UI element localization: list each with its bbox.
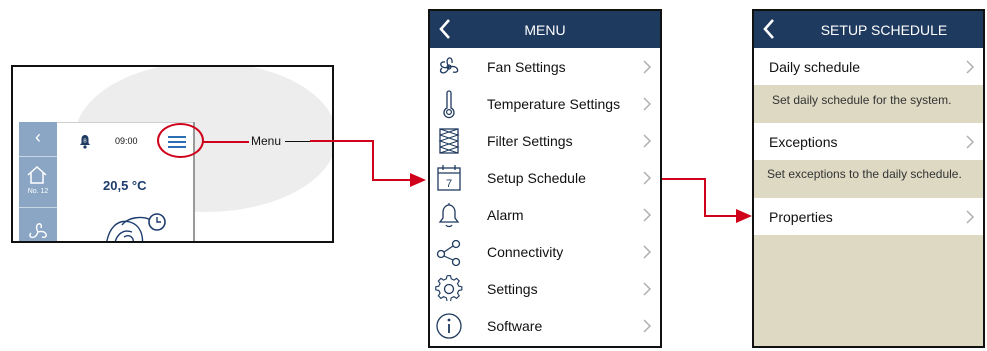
menu-callout-label: Menu xyxy=(251,134,282,148)
info-icon xyxy=(436,313,462,339)
temperature-readout: 20,5 °C xyxy=(103,178,147,193)
menu-item-setup-schedule[interactable]: 7 Setup Schedule xyxy=(430,159,660,197)
device-back-button[interactable]: ‹ xyxy=(19,127,57,148)
menu-item-software[interactable]: Software xyxy=(430,307,660,344)
alarm-bell-icon[interactable]: B xyxy=(78,133,92,149)
menu-item-connectivity[interactable]: Connectivity xyxy=(430,233,660,271)
properties-label: Properties xyxy=(769,209,833,225)
fan-icon[interactable] xyxy=(25,219,51,243)
share-icon xyxy=(436,239,461,267)
zone-label: No. 12 xyxy=(27,188,49,195)
arrow-head-icon xyxy=(410,173,426,187)
chevron-right-icon xyxy=(643,245,652,259)
exceptions-description: Set exceptions to the daily schedule. xyxy=(767,167,962,181)
back-chevron-icon[interactable] xyxy=(762,17,776,41)
bell-icon xyxy=(438,203,460,228)
menu-title: MENU xyxy=(524,22,566,38)
calendar-icon: 7 xyxy=(437,165,461,191)
connector-line xyxy=(662,178,706,180)
chevron-right-icon xyxy=(643,208,652,222)
chevron-right-icon xyxy=(966,60,975,74)
daily-schedule-label: Daily schedule xyxy=(769,59,861,75)
menu-item-settings[interactable]: Settings xyxy=(430,270,660,308)
chevron-right-icon xyxy=(966,135,975,149)
exceptions-label: Exceptions xyxy=(769,134,838,150)
gear-icon xyxy=(435,275,463,302)
chevron-right-icon xyxy=(643,97,652,111)
thermometer-icon xyxy=(443,90,455,119)
menu-screen: MENU Fan Settings Temperature Settings F… xyxy=(428,9,662,348)
schedule-title-bar: SETUP SCHEDULE xyxy=(754,11,983,48)
menu-item-label: Filter Settings xyxy=(487,133,573,149)
menu-item-label: Alarm xyxy=(487,207,524,223)
daily-schedule-description: Set daily schedule for the system. xyxy=(772,93,952,107)
chevron-right-icon xyxy=(643,60,652,74)
properties-item[interactable]: Properties xyxy=(754,198,983,235)
menu-item-label: Connectivity xyxy=(487,244,564,260)
chevron-right-icon xyxy=(643,171,652,185)
daily-schedule-item[interactable]: Daily schedule xyxy=(754,48,983,85)
connector-line xyxy=(310,140,374,142)
setup-schedule-screen: SETUP SCHEDULE Daily schedule Set daily … xyxy=(752,9,985,348)
svg-text:7: 7 xyxy=(446,178,452,190)
menu-item-label: Temperature Settings xyxy=(487,96,621,112)
fan-icon xyxy=(439,57,459,74)
filter-icon xyxy=(438,128,460,154)
menu-item-filter-settings[interactable]: Filter Settings xyxy=(430,122,660,160)
menu-item-label: Fan Settings xyxy=(487,59,566,75)
menu-item-temperature-settings[interactable]: Temperature Settings xyxy=(430,85,660,123)
device-clock: 09:00 xyxy=(115,136,138,146)
menu-title-bar: MENU xyxy=(430,11,660,48)
chevron-right-icon xyxy=(966,210,975,224)
chevron-right-icon xyxy=(643,282,652,296)
arrow-head-icon xyxy=(736,209,752,223)
menu-item-alarm[interactable]: Alarm xyxy=(430,196,660,234)
home-icon[interactable] xyxy=(25,164,49,186)
menu-item-label: Settings xyxy=(487,281,538,297)
menu-item-label: Software xyxy=(487,318,543,334)
chevron-right-icon xyxy=(643,319,652,333)
menu-highlight-circle xyxy=(157,123,204,158)
device-screen-zoom: ‹ No. 12 B 09:00 20,5 °C Menu xyxy=(11,65,334,243)
schedule-title: SETUP SCHEDULE xyxy=(820,22,948,38)
exceptions-item[interactable]: Exceptions xyxy=(754,123,983,160)
menu-item-fan-settings[interactable]: Fan Settings xyxy=(430,48,660,86)
menu-item-label: Setup Schedule xyxy=(487,170,586,186)
chevron-right-icon xyxy=(643,134,652,148)
fan-timer-graphic xyxy=(106,213,166,241)
